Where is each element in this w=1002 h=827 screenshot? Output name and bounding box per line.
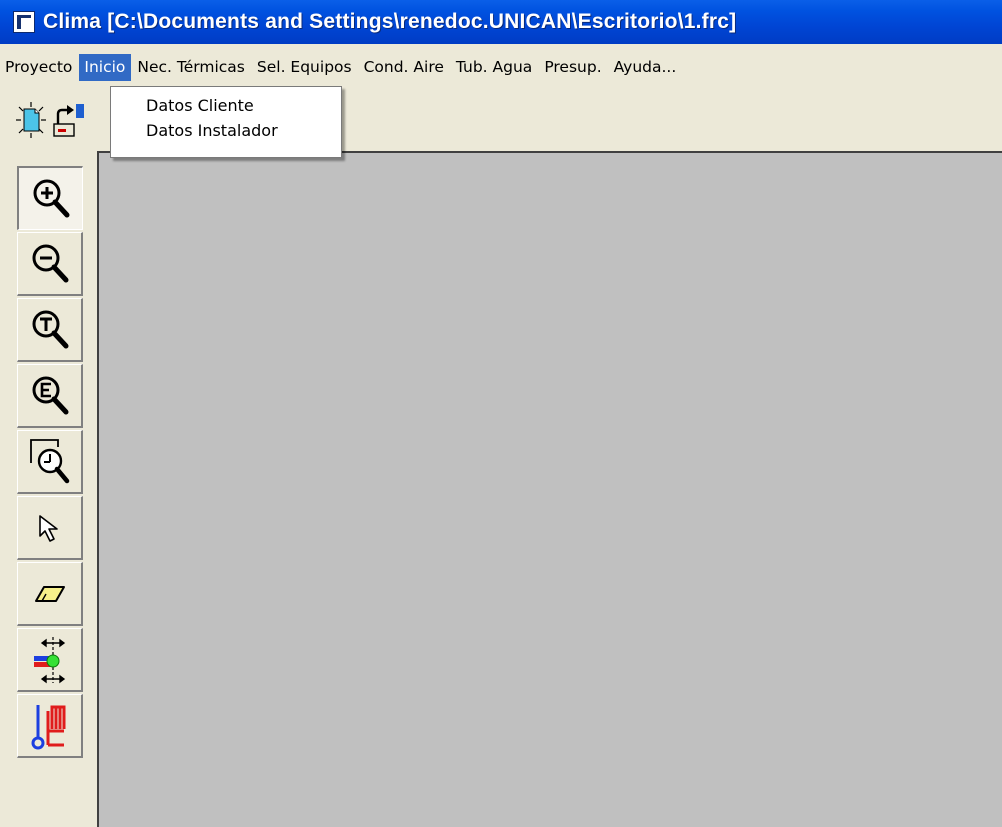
zoom-window-icon bbox=[29, 438, 69, 483]
menu-nec-termicas[interactable]: Nec. Térmicas bbox=[132, 54, 250, 81]
zoom-total-button[interactable] bbox=[17, 298, 83, 362]
window-title: Clima [C:\Documents and Settings\renedoc… bbox=[43, 10, 737, 33]
top-toolbar bbox=[14, 97, 84, 149]
side-toolbar bbox=[14, 157, 84, 807]
zoom-extents-icon bbox=[32, 376, 68, 414]
pointer-icon bbox=[38, 514, 58, 542]
menu-inicio[interactable]: Inicio bbox=[79, 53, 132, 81]
eraser-icon bbox=[34, 585, 65, 602]
menu-bar: Proyecto Inicio Nec. Térmicas Sel. Equip… bbox=[0, 52, 1002, 82]
menu-proyecto[interactable]: Proyecto bbox=[0, 54, 78, 81]
app-icon bbox=[13, 11, 35, 33]
radiator-button[interactable] bbox=[17, 694, 83, 758]
menu-cond-aire[interactable]: Cond. Aire bbox=[359, 54, 450, 81]
zoom-out-icon bbox=[32, 244, 68, 282]
menu-tub-agua[interactable]: Tub. Agua bbox=[451, 54, 538, 81]
zoom-in-button[interactable] bbox=[17, 166, 83, 230]
zoom-total-icon bbox=[32, 310, 68, 348]
eraser-button[interactable] bbox=[17, 562, 83, 626]
export-icon bbox=[53, 104, 84, 137]
pointer-button[interactable] bbox=[17, 496, 83, 560]
menu-item-datos-instalador[interactable]: Datos Instalador bbox=[111, 118, 341, 143]
export-button[interactable] bbox=[50, 97, 84, 143]
menu-presup[interactable]: Presup. bbox=[539, 54, 607, 81]
radiator-icon bbox=[31, 704, 65, 749]
title-bar: Clima [C:\Documents and Settings\renedoc… bbox=[0, 0, 1002, 44]
pipe-connection-button[interactable] bbox=[17, 628, 83, 692]
inicio-dropdown-menu: Datos Cliente Datos Instalador bbox=[110, 86, 342, 158]
menu-ayuda[interactable]: Ayuda... bbox=[609, 54, 683, 81]
zoom-in-icon bbox=[33, 179, 69, 217]
pipe-connection-icon bbox=[33, 636, 65, 683]
zoom-out-button[interactable] bbox=[17, 232, 83, 296]
drawing-canvas[interactable] bbox=[97, 151, 1002, 827]
menu-sel-equipos[interactable]: Sel. Equipos bbox=[252, 54, 358, 81]
zoom-window-button[interactable] bbox=[17, 430, 83, 494]
zoom-extents-button[interactable] bbox=[17, 364, 83, 428]
new-document-button[interactable] bbox=[14, 97, 48, 143]
menu-item-datos-cliente[interactable]: Datos Cliente bbox=[111, 93, 341, 118]
new-document-icon bbox=[16, 102, 46, 138]
